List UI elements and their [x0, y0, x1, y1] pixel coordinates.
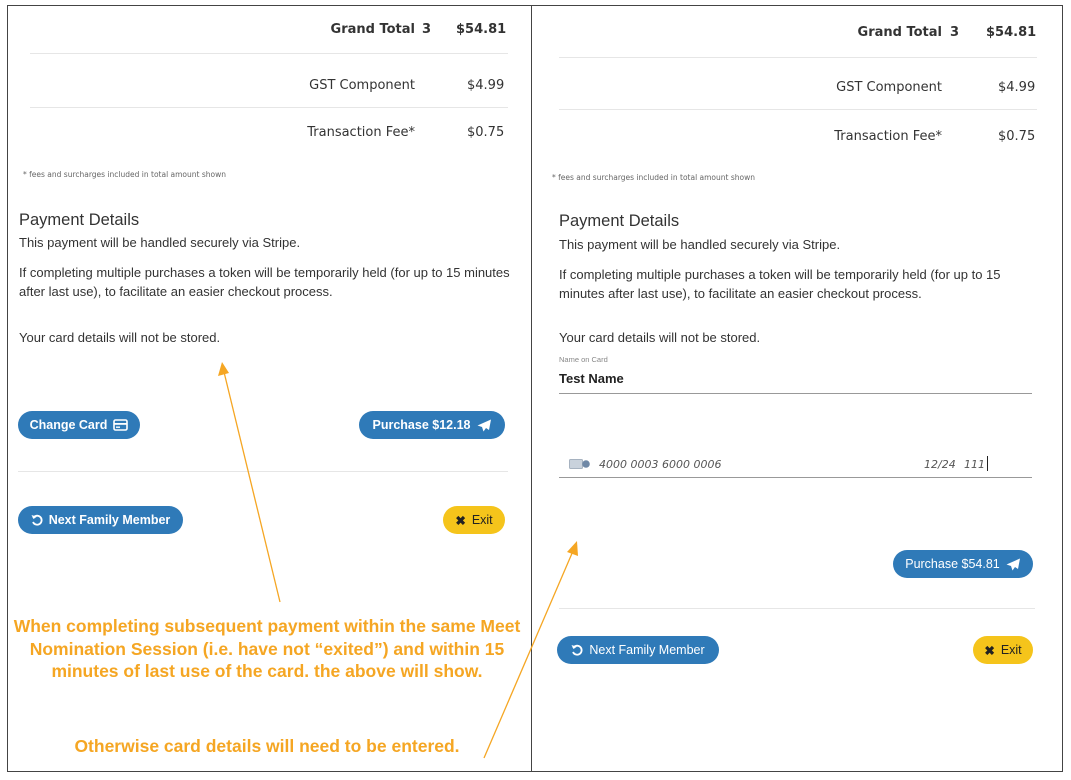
arrow-to-left-panel: [218, 362, 281, 603]
annotation-arrows: [218, 362, 578, 759]
arrow-to-right-panel: [483, 541, 578, 759]
